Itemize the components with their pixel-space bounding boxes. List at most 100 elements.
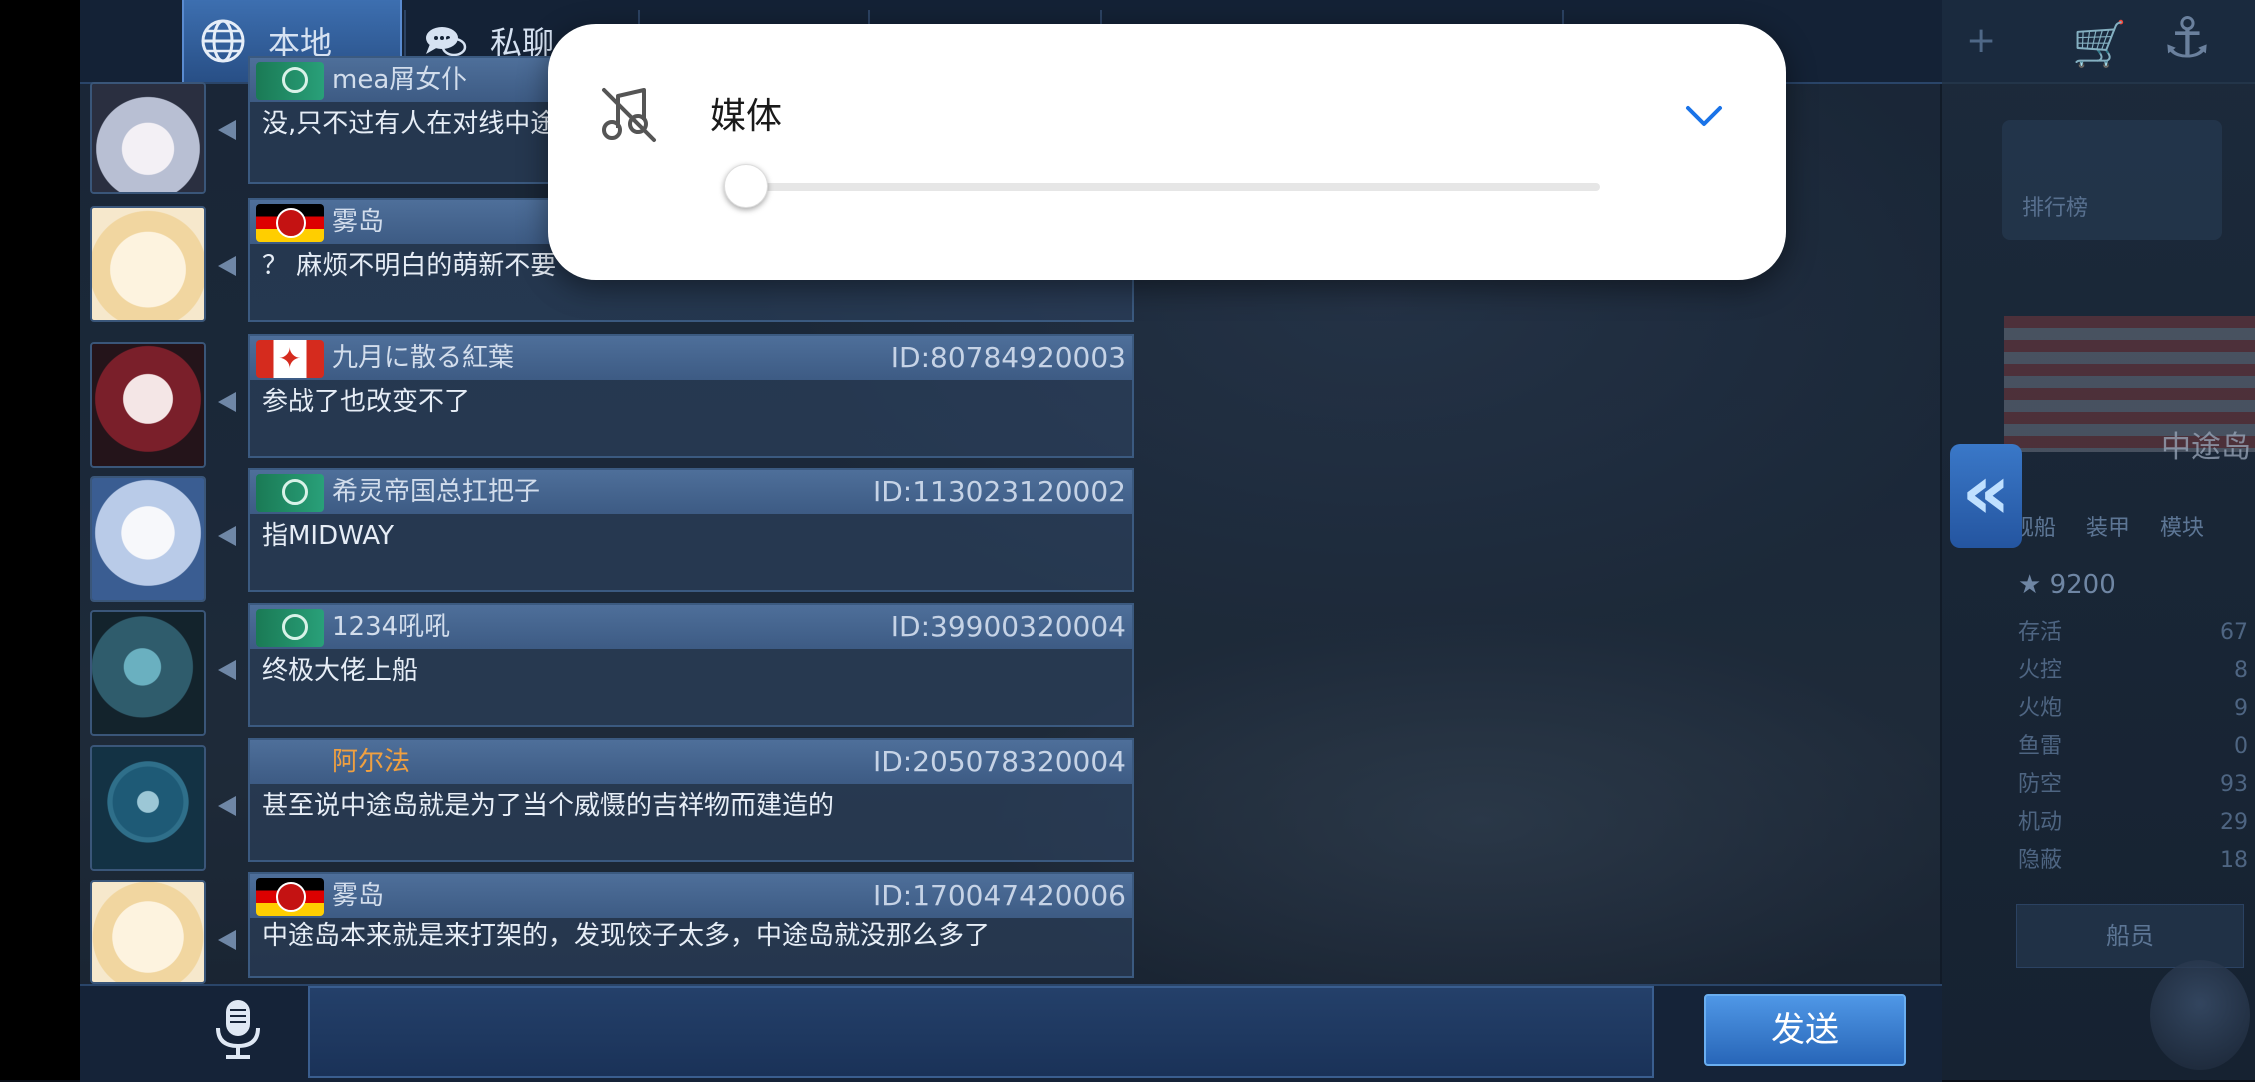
user-avatar[interactable] <box>90 880 206 984</box>
flag-icon <box>256 340 324 378</box>
globe-icon <box>201 19 245 63</box>
avatar-image <box>92 612 204 734</box>
music-muted-icon[interactable] <box>600 84 658 144</box>
stat-value: 29 <box>2220 810 2248 835</box>
stat-label: 机动 <box>2018 810 2063 835</box>
avatar-image <box>92 84 204 192</box>
message-pointer <box>218 930 236 950</box>
user-avatar[interactable] <box>90 206 206 322</box>
avatar-image <box>92 208 204 320</box>
message-text: 参战了也改变不了 <box>262 387 471 417</box>
message-text: 没,只不过有人在对线中途 <box>262 109 557 139</box>
user-avatar[interactable] <box>90 342 206 468</box>
anchor-icon[interactable]: ⚓ <box>2162 6 2212 71</box>
ship-tab-module[interactable]: 模块 <box>2160 510 2204 542</box>
message-pointer <box>218 120 236 140</box>
message-text: 中途岛本来就是来打架的，发现饺子太多，中途岛就没那么多了 <box>262 921 991 951</box>
flag-icon <box>256 474 324 512</box>
stat-row: 火炮 9 <box>2018 690 2248 728</box>
captain-avatar[interactable] <box>2150 960 2250 1070</box>
ship-stats: 存活 67 火控 8 火炮 9 鱼雷 0 防空 93 机动 29 隐蔽 18 <box>2018 614 2248 880</box>
sender-name[interactable]: 1234吼吼 <box>332 605 450 649</box>
sender-id: ID:113023120002 <box>872 475 1126 508</box>
stat-value: 18 <box>2220 848 2248 873</box>
user-avatar[interactable] <box>90 476 206 602</box>
stat-row: 隐蔽 18 <box>2018 842 2248 880</box>
sender-id: ID:205078320004 <box>872 745 1126 778</box>
rank-label[interactable]: 排行榜 <box>2022 190 2088 222</box>
add-icon[interactable]: + <box>1966 20 1996 61</box>
volume-slider-track[interactable] <box>742 183 1600 191</box>
ship-tabs: 舰船 装甲 模块 <box>2012 510 2204 542</box>
message-pointer <box>218 796 236 816</box>
screen-bezel <box>0 0 80 1080</box>
stat-label: 火炮 <box>2018 696 2063 721</box>
message-text: 终极大佬上船 <box>262 656 419 686</box>
stat-label: 防空 <box>2018 772 2063 797</box>
send-button[interactable]: 发送 <box>1704 994 1906 1066</box>
user-avatar[interactable] <box>90 82 206 194</box>
avatar-image <box>92 747 204 869</box>
cart-icon[interactable]: 🛒 <box>2072 18 2127 70</box>
sender-id: ID:80784920003 <box>890 341 1126 374</box>
stat-label: 存活 <box>2018 620 2063 645</box>
sender-name[interactable]: 雾岛 <box>332 200 384 244</box>
chat-message[interactable]: 1234吼吼 ID:39900320004 终极大佬上船 <box>248 603 1134 727</box>
chevron-down-icon[interactable] <box>1682 100 1726 130</box>
stat-row: 鱼雷 0 <box>2018 728 2248 766</box>
avatar-image <box>92 478 204 600</box>
message-pointer <box>218 660 236 680</box>
sender-name[interactable]: 雾岛 <box>332 874 384 918</box>
flag-icon <box>256 204 324 242</box>
collapse-chat-button[interactable]: « <box>1950 444 2022 548</box>
message-header: 九月に散る紅葉 ID:80784920003 <box>250 336 1132 380</box>
stat-value: 8 <box>2234 658 2248 683</box>
stat-row: 防空 93 <box>2018 766 2248 804</box>
chat-message[interactable]: 九月に散る紅葉 ID:80784920003 参战了也改变不了 <box>248 334 1134 458</box>
stat-value: 93 <box>2220 772 2248 797</box>
message-header: 希灵帝国总扛把子 ID:113023120002 <box>250 470 1132 514</box>
message-pointer <box>218 526 236 546</box>
stat-label: 鱼雷 <box>2018 734 2063 759</box>
stat-value: 0 <box>2234 734 2248 759</box>
double-chevron-left-icon: « <box>1961 447 2011 536</box>
sender-name[interactable]: mea屑女仆 <box>332 58 467 102</box>
message-header: 雾岛 ID:170047420006 <box>250 874 1132 918</box>
message-pointer <box>218 392 236 412</box>
stat-label: 隐蔽 <box>2018 848 2063 873</box>
user-avatar[interactable] <box>90 610 206 736</box>
stat-label: 火控 <box>2018 658 2063 683</box>
chat-message[interactable]: 希灵帝国总扛把子 ID:113023120002 指MIDWAY <box>248 468 1134 592</box>
message-header: 1234吼吼 ID:39900320004 <box>250 605 1132 649</box>
volume-slider-thumb[interactable] <box>724 164 768 208</box>
sender-name[interactable]: 阿尔法 <box>332 740 410 784</box>
ship-score: ★ 9200 <box>2018 570 2116 600</box>
chat-message[interactable]: 雾岛 ID:170047420006 中途岛本来就是来打架的，发现饺子太多，中途… <box>248 872 1134 978</box>
sender-id: ID:170047420006 <box>872 879 1126 912</box>
sender-name[interactable]: 九月に散る紅葉 <box>332 336 514 380</box>
sender-name[interactable]: 希灵帝国总扛把子 <box>332 470 540 514</box>
stat-value: 67 <box>2220 620 2248 645</box>
microphone-icon[interactable] <box>210 998 266 1060</box>
ship-panel-topbar: + 🛒 ⚓ <box>1942 0 2255 84</box>
message-text: 甚至说中途岛就是为了当个威慑的吉祥物而建造的 <box>262 791 835 821</box>
sender-id: ID:39900320004 <box>890 610 1126 643</box>
crew-button[interactable]: 船员 <box>2016 904 2244 968</box>
flag-icon <box>256 609 324 647</box>
message-text: 指MIDWAY <box>262 521 395 551</box>
stat-value: 9 <box>2234 696 2248 721</box>
avatar-image <box>92 344 204 466</box>
ship-score-value: 9200 <box>2049 570 2116 600</box>
chat-message[interactable]: 阿尔法 ID:205078320004 甚至说中途岛就是为了当个威慑的吉祥物而建… <box>248 738 1134 862</box>
avatar-image <box>92 882 204 982</box>
user-avatar[interactable] <box>90 745 206 871</box>
message-text: ？ 麻烦不明白的萌新不要 <box>262 251 557 281</box>
stat-row: 火控 8 <box>2018 652 2248 690</box>
stat-row: 存活 67 <box>2018 614 2248 652</box>
ship-tab-armor[interactable]: 装甲 <box>2086 510 2130 542</box>
ship-name: 中途岛 <box>2161 430 2251 465</box>
rank-card[interactable] <box>2002 120 2222 240</box>
message-header: 阿尔法 ID:205078320004 <box>250 740 1132 784</box>
message-pointer <box>218 256 236 276</box>
chat-input[interactable] <box>308 986 1654 1078</box>
